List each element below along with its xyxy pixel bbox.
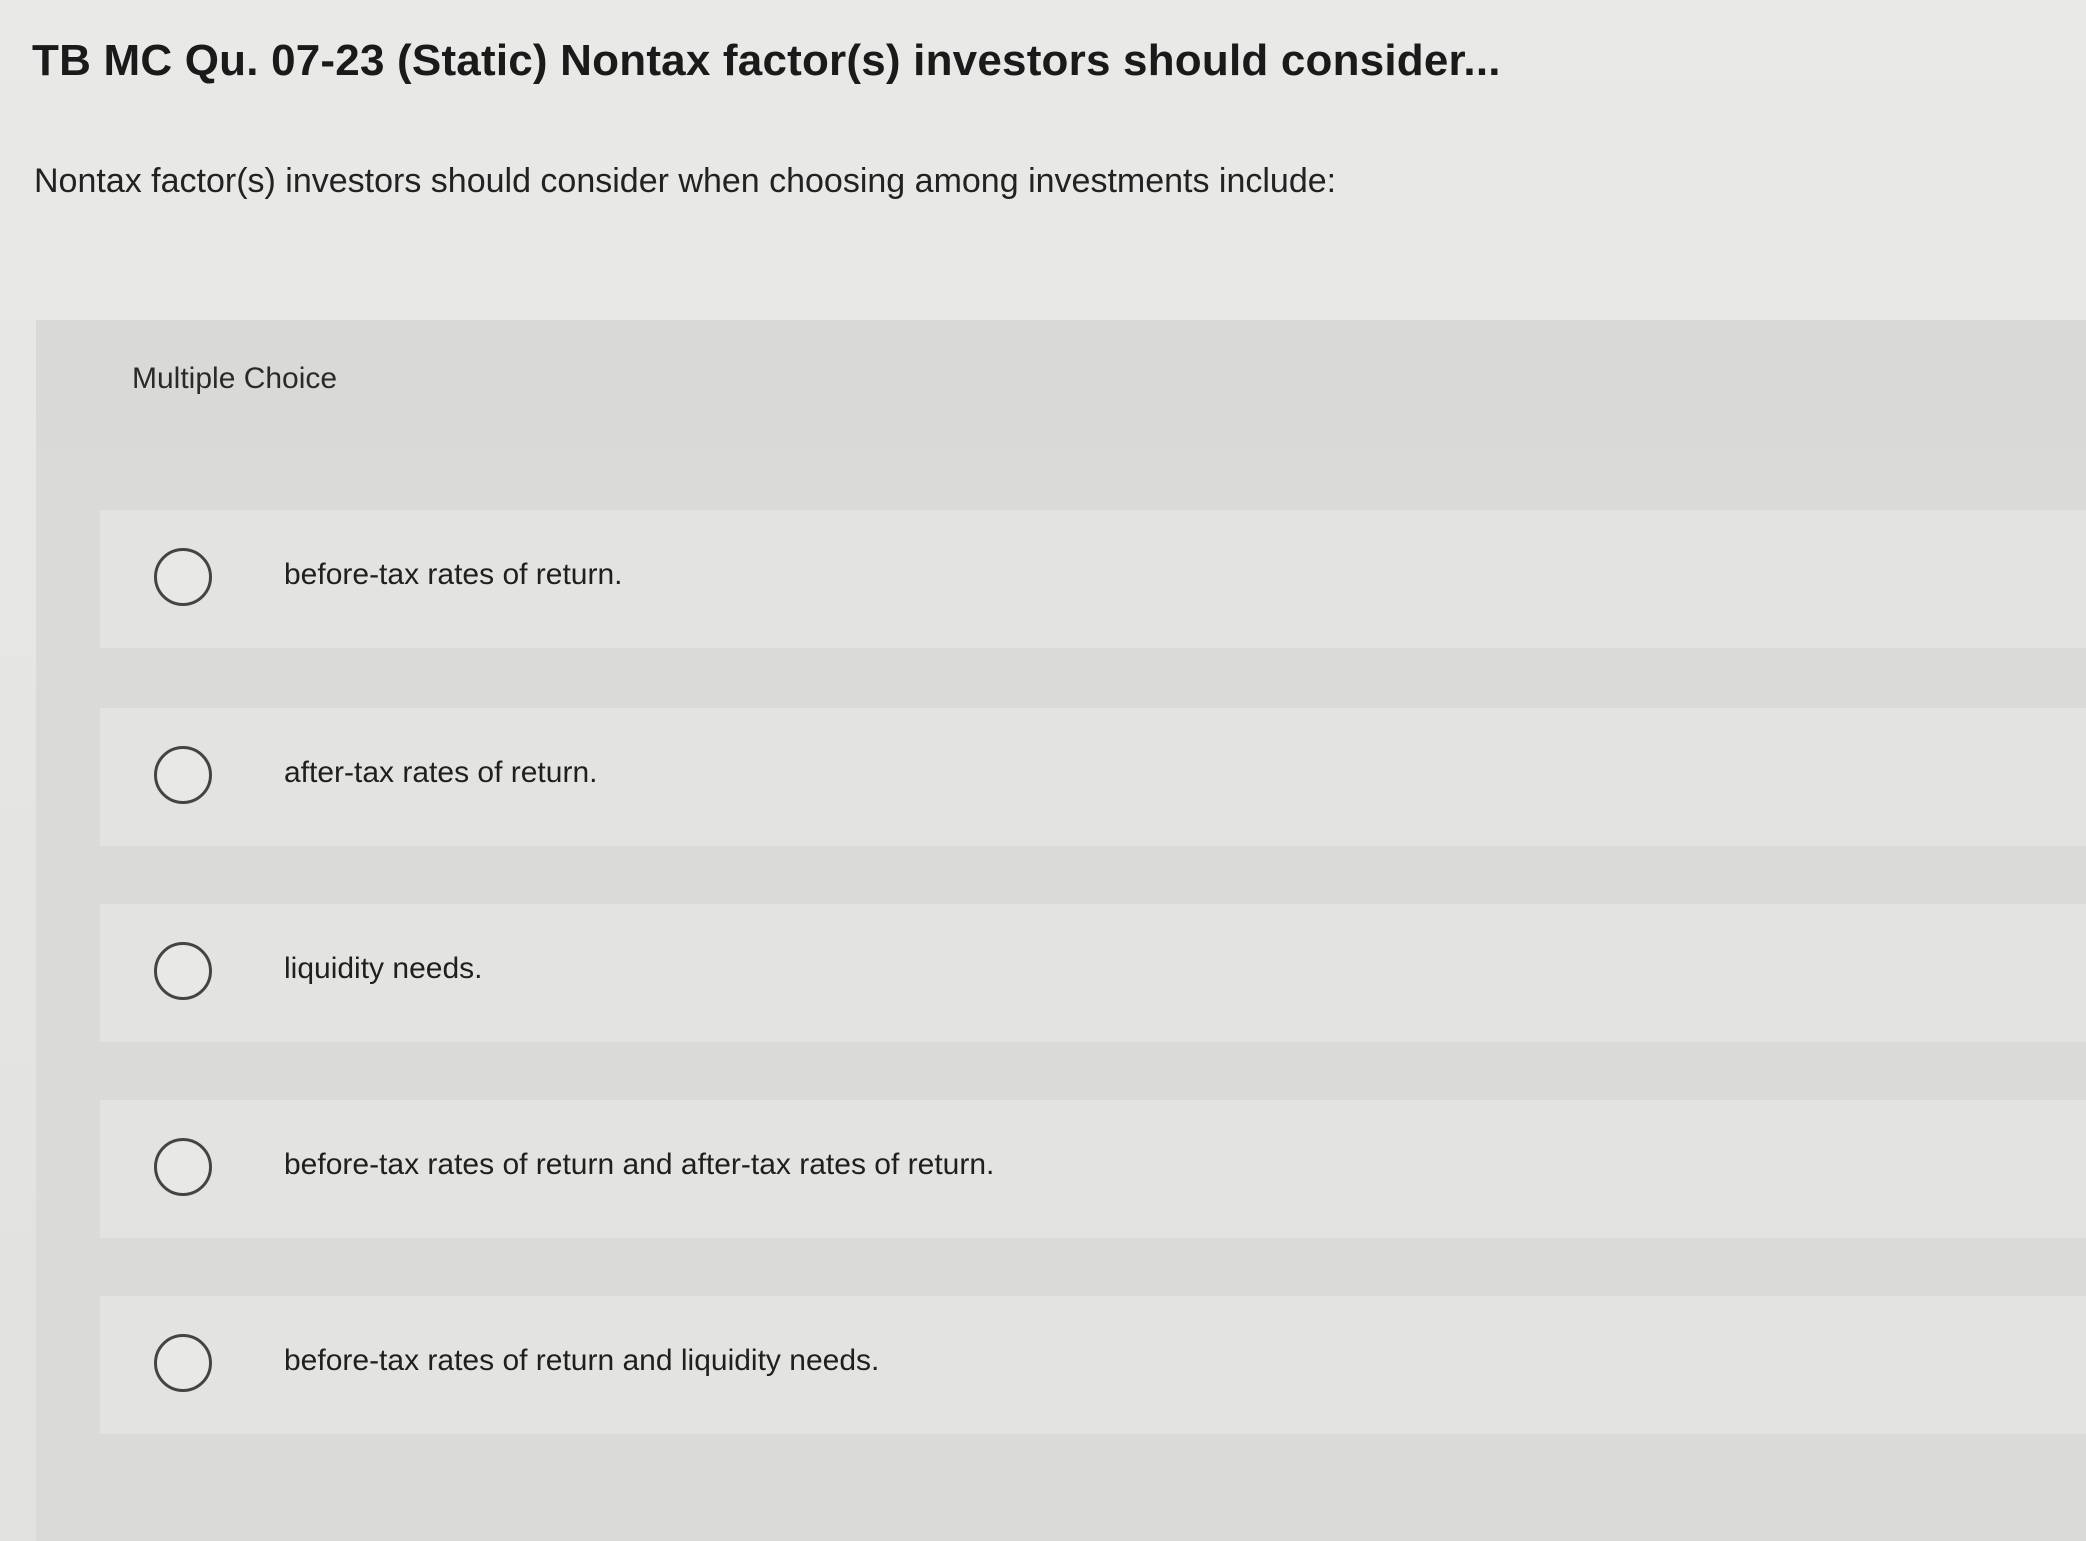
multiple-choice-label: Multiple Choice [132, 362, 338, 395]
multiple-choice-panel: Multiple Choice before-tax rates of retu… [36, 320, 2086, 1541]
choice-option-label[interactable]: liquidity needs. [284, 952, 482, 986]
multiple-choice-header: Multiple Choice [36, 320, 2086, 448]
choice-option-2[interactable]: after-tax rates of return. [100, 708, 2086, 846]
question-page: TB MC Qu. 07-23 (Static) Nontax factor(s… [0, 0, 2086, 1541]
radio-button-icon[interactable] [154, 942, 212, 1000]
choice-option-3[interactable]: liquidity needs. [100, 904, 2086, 1042]
question-title: TB MC Qu. 07-23 (Static) Nontax factor(s… [32, 36, 1501, 85]
choice-option-4[interactable]: before-tax rates of return and after-tax… [100, 1100, 2086, 1238]
choice-option-label[interactable]: after-tax rates of return. [284, 756, 597, 790]
choice-option-label[interactable]: before-tax rates of return. [284, 558, 623, 592]
radio-button-icon[interactable] [154, 1334, 212, 1392]
choice-option-5[interactable]: before-tax rates of return and liquidity… [100, 1296, 2086, 1434]
choice-option-label[interactable]: before-tax rates of return and after-tax… [284, 1148, 994, 1182]
radio-button-icon[interactable] [154, 1138, 212, 1196]
question-prompt: Nontax factor(s) investors should consid… [34, 162, 1337, 200]
radio-button-icon[interactable] [154, 746, 212, 804]
choice-option-1[interactable]: before-tax rates of return. [100, 510, 2086, 648]
choice-list: before-tax rates of return. after-tax ra… [100, 448, 2086, 1541]
radio-button-icon[interactable] [154, 548, 212, 606]
choice-option-label[interactable]: before-tax rates of return and liquidity… [284, 1344, 879, 1378]
